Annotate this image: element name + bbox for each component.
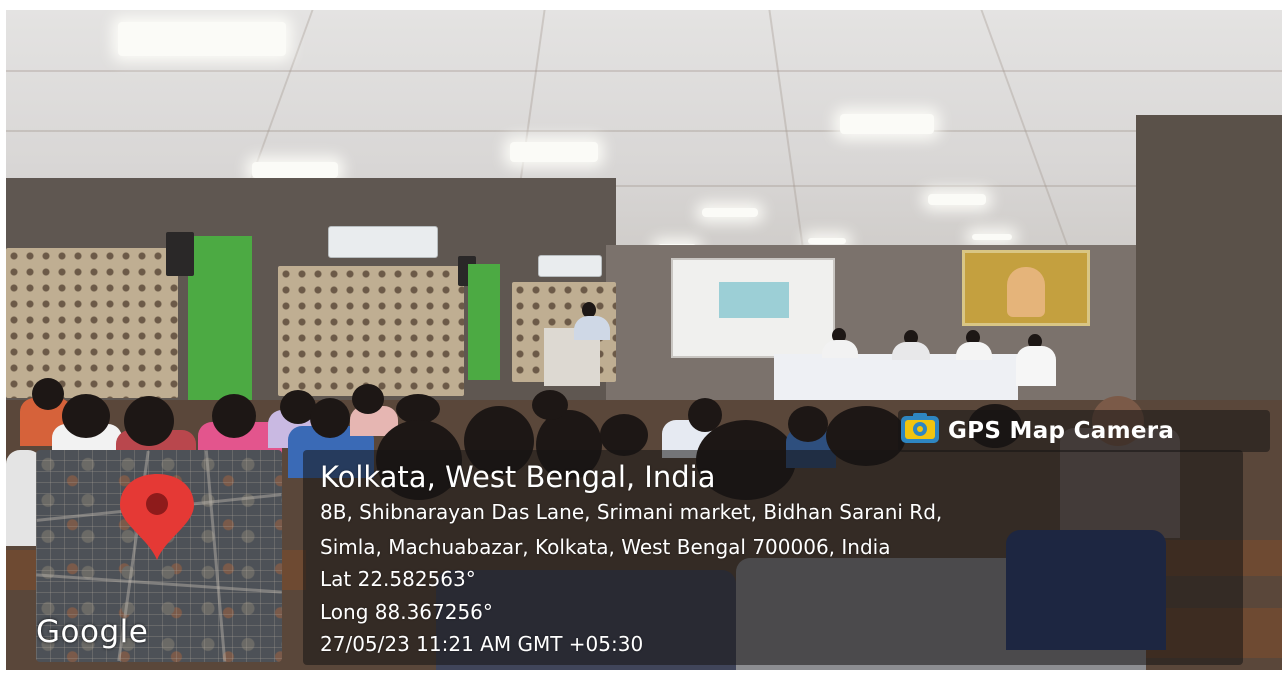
wall-speaker: [166, 232, 194, 276]
gps-map-camera-label: GPS Map Camera: [948, 418, 1175, 444]
audience-member: [32, 378, 64, 410]
projector-screen: [671, 258, 835, 358]
panelist: [956, 342, 992, 360]
curtain: [278, 266, 464, 396]
google-logo: Google: [36, 614, 149, 650]
audience-member: [532, 390, 568, 420]
timestamp-text: 27/05/23 11:21 AM GMT +05:30: [320, 632, 644, 656]
audience-member: [124, 396, 174, 446]
curtain: [6, 248, 178, 398]
audience-member: [788, 406, 828, 442]
ceiling-light: [928, 194, 986, 205]
ceiling-light: [510, 142, 598, 162]
ceiling-light: [118, 22, 286, 56]
air-conditioner: [328, 226, 438, 258]
panelist: [1016, 346, 1056, 386]
longitude-text: Long 88.367256°: [320, 600, 493, 624]
ceiling-light: [808, 238, 846, 244]
location-map-thumbnail: Google: [36, 450, 282, 662]
gps-map-camera-icon: [901, 413, 939, 443]
ceiling-light: [252, 162, 338, 178]
latitude-text: Lat 22.582563°: [320, 567, 476, 591]
location-title: Kolkata, West Bengal, India: [320, 460, 716, 494]
speaker-person: [574, 316, 610, 340]
audience-member: [212, 394, 256, 438]
panelist: [822, 340, 858, 358]
audience-member: [62, 394, 110, 438]
ceiling-light: [702, 208, 758, 217]
audience-member: [352, 384, 384, 414]
projected-slide: [719, 282, 789, 318]
dais-table: [774, 354, 1018, 406]
panelist: [892, 342, 930, 360]
ceiling-light: [840, 114, 934, 134]
green-wall-panel: [468, 264, 500, 380]
ceiling-light: [972, 234, 1012, 240]
map-pin-icon: [120, 474, 194, 560]
framed-portrait: [962, 250, 1090, 326]
air-conditioner: [538, 255, 602, 277]
audience-member: [310, 398, 350, 438]
address-line-1: 8B, Shibnarayan Das Lane, Srimani market…: [320, 500, 943, 524]
address-line-2: Simla, Machuabazar, Kolkata, West Bengal…: [320, 535, 891, 559]
green-wall-panel: [188, 236, 252, 406]
